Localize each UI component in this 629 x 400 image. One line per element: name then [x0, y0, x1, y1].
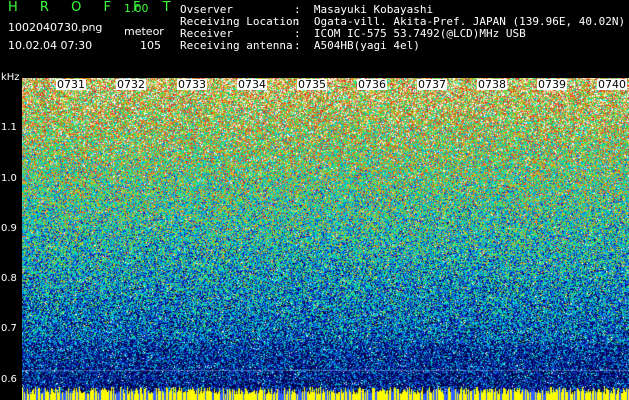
file-name: 1002040730.png — [8, 21, 103, 34]
x-tick: 0737 — [417, 78, 447, 91]
x-tick: 0733 — [177, 78, 207, 91]
x-tick: 0738 — [477, 78, 507, 91]
y-axis: 1.1 1.0 0.9 0.8 0.7 0.6 — [0, 78, 22, 400]
mode-count: 105 — [140, 39, 161, 52]
x-tick: 0734 — [237, 78, 267, 91]
x-tick: 0736 — [357, 78, 387, 91]
antenna-value: : A504HB(yagi 4el) — [294, 39, 420, 52]
y-tick: 0.6 — [1, 374, 17, 385]
spectrogram — [22, 78, 629, 400]
y-tick: 0.9 — [1, 223, 17, 234]
x-tick: 0731 — [56, 78, 86, 91]
y-tick: 0.7 — [1, 323, 17, 334]
app-version: 1.00 — [124, 2, 149, 15]
x-tick: 0732 — [116, 78, 146, 91]
mode-label: meteor — [124, 25, 164, 38]
x-tick: 0735 — [297, 78, 327, 91]
date-time: 10.02.04 07:30 — [8, 39, 93, 52]
y-tick: 0.8 — [1, 273, 17, 284]
antenna-label: Receiving antenna — [180, 39, 293, 52]
x-axis: 0731 0732 0733 0734 0735 0736 0737 0738 … — [22, 78, 629, 92]
y-tick: 1.0 — [1, 173, 17, 184]
app-title: H R O F F T — [8, 0, 180, 15]
y-tick: 1.1 — [1, 122, 17, 133]
header-panel: H R O F F T 1.00 1002040730.png 10.02.04… — [0, 0, 629, 78]
spectrogram-canvas — [22, 78, 629, 400]
x-tick: 0740 — [597, 78, 627, 91]
x-tick: 0739 — [537, 78, 567, 91]
